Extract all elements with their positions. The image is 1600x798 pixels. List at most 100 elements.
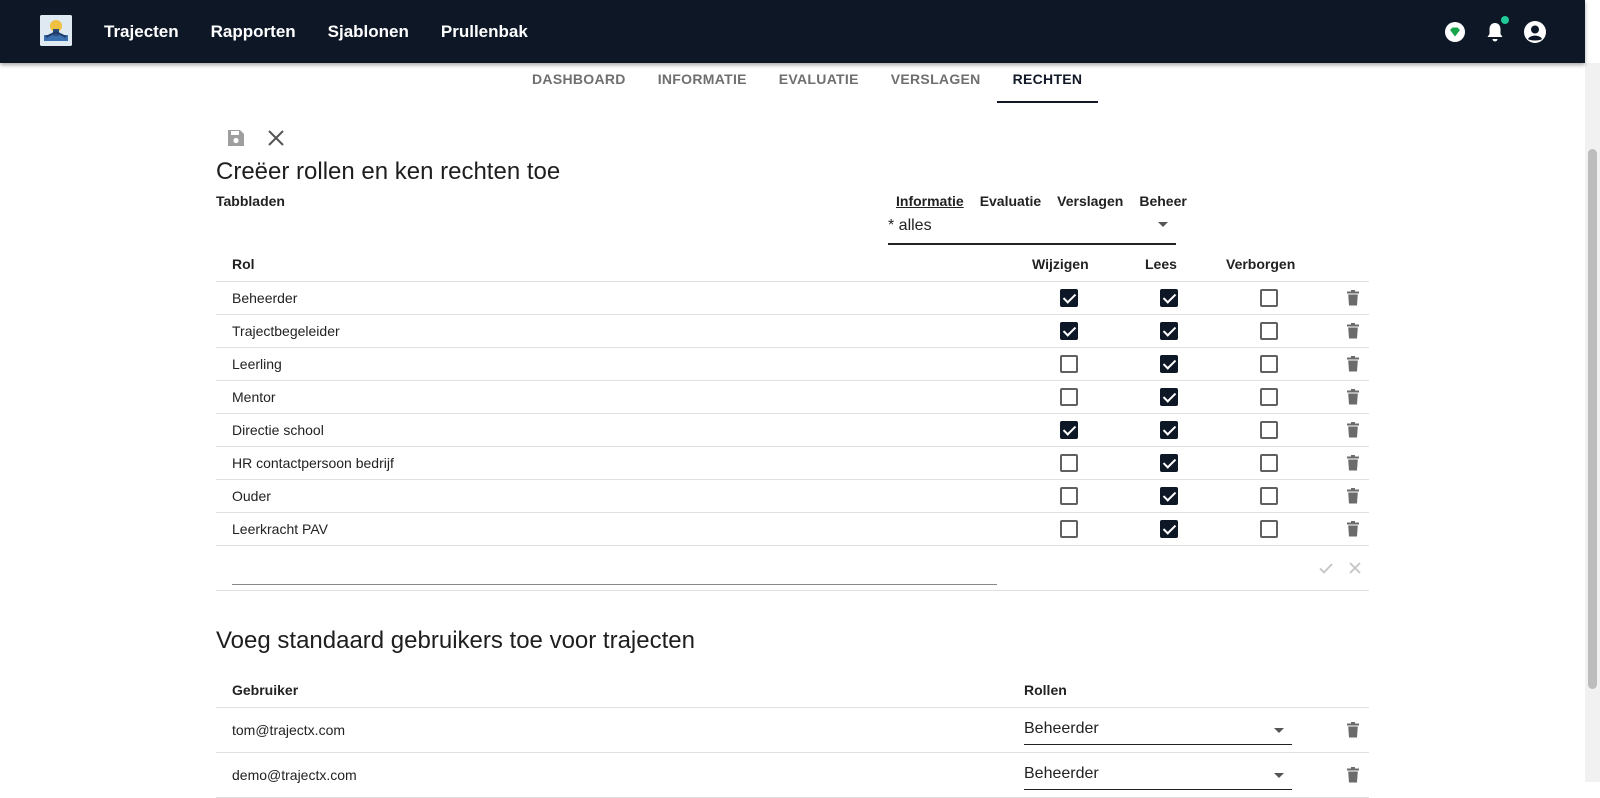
col-wijzigen: Wijzigen [1032,256,1089,272]
cancel-icon[interactable] [1347,560,1363,581]
roles-table-body: Beheerder Trajectbegeleider Leerling Mentor… [216,282,1369,546]
role-name: Mentor [232,389,276,405]
appbar-actions [1429,0,1549,63]
diamond-icon[interactable] [1441,18,1469,46]
nav-trajecten[interactable]: Trajecten [104,22,179,42]
verborgen-checkbox[interactable] [1260,454,1278,472]
main-nav: Trajecten Rapporten Sjablonen Prullenbak [104,0,560,63]
new-role-input[interactable] [232,558,997,585]
scrollbar-thumb[interactable] [1588,149,1597,689]
role-row: Leerkracht PAV [216,513,1369,546]
user-email: demo@trajectx.com [232,767,357,783]
rights-tab-informatie[interactable]: Informatie [896,193,964,209]
wijzigen-checkbox[interactable] [1060,355,1078,373]
users-table-header: Gebruiker Rollen [216,666,1369,708]
lees-checkbox[interactable] [1160,487,1178,505]
tab-dashboard[interactable]: DASHBOARD [516,63,642,103]
wijzigen-checkbox[interactable] [1060,421,1078,439]
wijzigen-checkbox[interactable] [1060,520,1078,538]
lees-checkbox[interactable] [1160,289,1178,307]
lees-checkbox[interactable] [1160,421,1178,439]
wijzigen-checkbox[interactable] [1060,289,1078,307]
tab-verslagen[interactable]: VERSLAGEN [875,63,997,103]
delete-icon[interactable] [1346,521,1360,537]
lees-checkbox[interactable] [1160,322,1178,340]
app-logo[interactable] [40,15,72,46]
role-name: Trajectbegeleider [232,323,340,339]
user-role-value: Beheerder [1024,720,1099,737]
verborgen-checkbox[interactable] [1260,487,1278,505]
rights-tab-beheer[interactable]: Beheer [1139,193,1186,209]
delete-icon[interactable] [1346,488,1360,504]
rights-tab-evaluatie[interactable]: Evaluatie [980,193,1041,209]
rights-tab-verslagen[interactable]: Verslagen [1057,193,1123,209]
page-scrollbar[interactable] [1585,63,1600,782]
col-rol: Rol [232,256,255,272]
nav-rapporten[interactable]: Rapporten [211,22,296,42]
new-role-row [216,546,1369,591]
wijzigen-checkbox[interactable] [1060,322,1078,340]
role-row: Ouder [216,480,1369,513]
notification-badge [1501,15,1509,24]
tab-filter-value: * alles [888,217,932,234]
users-title: Voeg standaard gebruikers toe voor traje… [216,627,695,654]
delete-icon[interactable] [1346,389,1360,405]
user-role-select[interactable]: Beheerder [1024,761,1292,790]
roles-table-header: Rol Wijzigen Lees Verborgen [216,246,1369,282]
tab-rechten[interactable]: RECHTEN [996,63,1099,103]
save-icon[interactable] [224,126,248,150]
bell-icon[interactable] [1481,15,1509,46]
delete-icon[interactable] [1346,422,1360,438]
col-gebruiker: Gebruiker [232,682,299,698]
roles-table: Rol Wijzigen Lees Verborgen Beheerder Tra… [216,246,1369,591]
lees-checkbox[interactable] [1160,520,1178,538]
users-table-body: tom@trajectx.com Beheerder demo@trajectx.c… [216,708,1369,798]
role-row: Mentor [216,381,1369,414]
rights-tabs: Informatie Evaluatie Verslagen Beheer [896,193,1203,209]
role-name: Beheerder [232,290,298,306]
lees-checkbox[interactable] [1160,454,1178,472]
verborgen-checkbox[interactable] [1260,289,1278,307]
col-lees: Lees [1145,256,1177,272]
delete-icon[interactable] [1346,455,1360,471]
role-name: Leerling [232,356,282,372]
role-name: Leerkracht PAV [232,521,328,537]
tab-filter-select[interactable]: * alles [888,213,1176,245]
role-name: Directie school [232,422,324,438]
wijzigen-checkbox[interactable] [1060,487,1078,505]
role-name: Ouder [232,488,271,504]
user-role-select[interactable]: Beheerder [1024,716,1292,745]
col-rollen: Rollen [1024,682,1067,698]
verborgen-checkbox[interactable] [1260,421,1278,439]
verborgen-checkbox[interactable] [1260,388,1278,406]
edit-toolbar [224,126,304,150]
nav-sjablonen[interactable]: Sjablonen [328,22,409,42]
delete-icon[interactable] [1346,722,1360,738]
lees-checkbox[interactable] [1160,388,1178,406]
dropdown-arrow-icon [1274,728,1284,733]
users-table: Gebruiker Rollen tom@trajectx.com Beheerd… [216,666,1369,798]
app-bar: Trajecten Rapporten Sjablonen Prullenbak [0,0,1585,63]
delete-icon[interactable] [1346,323,1360,339]
verborgen-checkbox[interactable] [1260,322,1278,340]
wijzigen-checkbox[interactable] [1060,388,1078,406]
tabbladen-label: Tabbladen [216,193,285,209]
verborgen-checkbox[interactable] [1260,520,1278,538]
delete-icon[interactable] [1346,290,1360,306]
verborgen-checkbox[interactable] [1260,355,1278,373]
tab-evaluatie[interactable]: EVALUATIE [763,63,875,103]
wijzigen-checkbox[interactable] [1060,454,1078,472]
role-row: Beheerder [216,282,1369,315]
close-icon[interactable] [264,126,288,150]
user-row: tom@trajectx.com Beheerder [216,708,1369,753]
user-role-value: Beheerder [1024,765,1099,782]
tab-informatie[interactable]: INFORMATIE [642,63,763,103]
lees-checkbox[interactable] [1160,355,1178,373]
user-row: demo@trajectx.com Beheerder [216,753,1369,798]
account-icon[interactable] [1521,18,1549,46]
delete-icon[interactable] [1346,356,1360,372]
delete-icon[interactable] [1346,767,1360,783]
col-verborgen: Verborgen [1226,256,1296,272]
nav-prullenbak[interactable]: Prullenbak [441,22,528,42]
confirm-icon[interactable] [1318,560,1334,581]
